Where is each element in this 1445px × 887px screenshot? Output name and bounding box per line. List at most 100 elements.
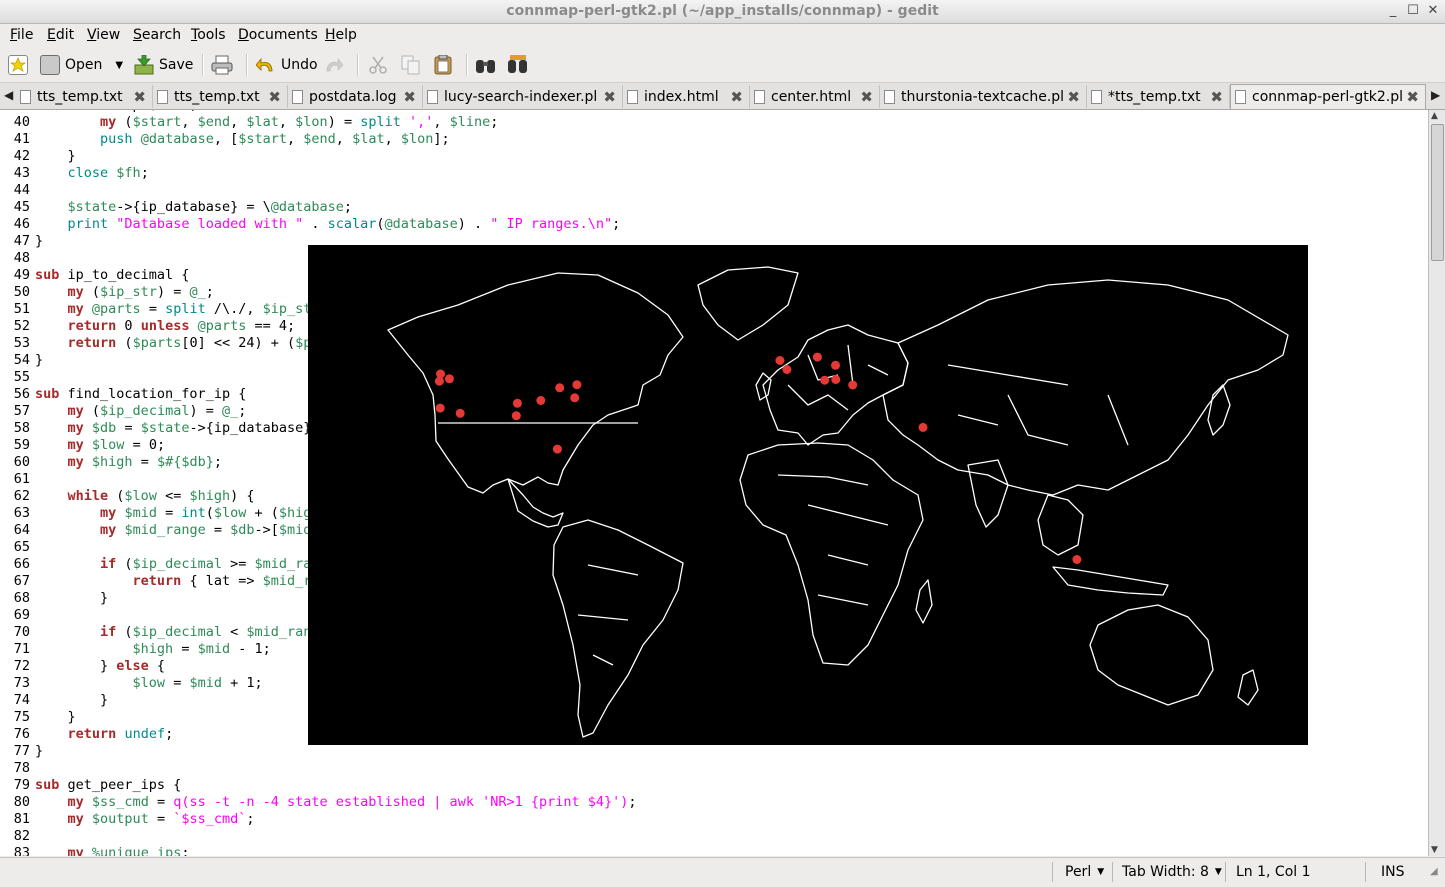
close-tab-icon[interactable]: ✖ [730, 88, 743, 106]
scrollbar-thumb[interactable] [1431, 124, 1444, 261]
tab-label: connmap-perl-gtk2.pl [1252, 89, 1403, 105]
vertical-scrollbar[interactable]: ▲ ▼ [1428, 110, 1445, 856]
chevron-down-icon[interactable]: ▼ [115, 60, 123, 71]
connection-point [444, 374, 454, 384]
file-icon [292, 89, 303, 104]
connection-point [552, 444, 562, 454]
menu-tools[interactable]: Tools [191, 27, 226, 43]
tab-index-html[interactable]: index.html ✖ [623, 85, 750, 108]
line-text: $state->{ip_database} = \@database; [67, 199, 353, 215]
redo-button[interactable] [323, 52, 344, 78]
menu-documents[interactable]: Documents [238, 27, 318, 43]
undo-icon [255, 55, 276, 75]
tab-label: center.html [771, 88, 852, 105]
line-number: 77 [13, 743, 30, 759]
menu-search[interactable]: Search [133, 27, 181, 43]
open-label: Open [65, 57, 103, 73]
close-tab-icon[interactable]: ✖ [133, 88, 146, 106]
menu-view[interactable]: View [87, 27, 120, 43]
line-text: } else { [35, 658, 166, 674]
copy-button[interactable] [401, 52, 421, 78]
language-selector[interactable]: Perl ▼ [1065, 861, 1104, 883]
close-tab-icon[interactable]: ✖ [403, 88, 416, 106]
status-separator [1225, 862, 1226, 882]
tab-scroll-right-icon[interactable]: ▶ [1431, 88, 1440, 102]
tab-tts-temp-modified[interactable]: *tts_temp.txt ✖ [1087, 85, 1230, 108]
line-number: 69 [13, 607, 30, 623]
tab-center-html[interactable]: center.html ✖ [750, 85, 880, 108]
africa-borders [777, 474, 889, 606]
save-button[interactable]: Save [134, 52, 193, 78]
line-number: 71 [13, 641, 30, 657]
europe-outline [762, 324, 909, 446]
tab-width-selector[interactable]: Tab Width: 8 ▼ [1122, 861, 1222, 883]
line-number: 50 [13, 284, 30, 300]
close-tab-icon[interactable]: ✖ [268, 88, 281, 106]
resize-grip-icon[interactable]: ◢ [1430, 866, 1438, 877]
tab-thurstonia-textcache[interactable]: thurstonia-textcache.pl ✖ [880, 85, 1087, 108]
undo-button[interactable]: Undo [255, 52, 318, 78]
tab-tts-temp-2[interactable]: tts_temp.txt ✖ [153, 85, 288, 108]
line-text: my $db = $state->{ip_database}; [67, 420, 320, 436]
toolbar-separator [246, 54, 248, 76]
connection-point [536, 396, 546, 405]
file-icon [157, 89, 168, 104]
menu-help[interactable]: Help [325, 27, 357, 43]
south-america-borders [577, 564, 639, 666]
close-tab-icon[interactable]: ✖ [1210, 88, 1223, 106]
replace-button[interactable] [507, 52, 527, 78]
tab-connmap-perl-gtk2[interactable]: connmap-perl-gtk2.pl ✖ [1230, 84, 1426, 109]
close-tab-icon[interactable]: ✖ [603, 88, 616, 106]
line-number: 60 [13, 454, 30, 470]
window-title: connmap-perl-gtk2.pl (~/app_installs/con… [506, 3, 939, 19]
status-separator [1365, 862, 1366, 882]
tab-scroll-left-icon[interactable]: ◀ [4, 88, 13, 102]
menu-edit[interactable]: Edit [47, 27, 74, 43]
line-number: 70 [13, 624, 30, 640]
menu-file[interactable]: File [10, 27, 33, 43]
tab-width-label: Tab Width: 8 [1122, 864, 1209, 880]
new-document-button[interactable] [8, 52, 28, 78]
new-zealand-outline [1237, 669, 1259, 706]
open-button[interactable]: Open ▼ [40, 52, 123, 78]
scroll-up-icon[interactable]: ▲ [1431, 111, 1438, 121]
tab-postdata-log[interactable]: postdata.log ✖ [288, 85, 423, 108]
line-number: 49 [13, 267, 30, 283]
line-number: 66 [13, 556, 30, 572]
line-number: 68 [13, 590, 30, 606]
world-map [387, 266, 1289, 738]
connection-point [775, 356, 785, 365]
scroll-down-icon[interactable]: ▼ [1431, 845, 1438, 855]
line-number: 76 [13, 726, 30, 742]
save-icon [134, 54, 154, 75]
connection-point [831, 360, 840, 370]
file-icon [1091, 89, 1102, 104]
tab-lucy-search-indexer[interactable]: lucy-search-indexer.pl ✖ [423, 85, 623, 108]
tab-label: *tts_temp.txt [1108, 88, 1201, 105]
close-tab-icon[interactable]: ✖ [1067, 88, 1080, 106]
line-number: 42 [13, 148, 30, 164]
line-text: push @database, [$start, $end, $lat, $lo… [100, 131, 450, 147]
line-text: } [35, 692, 109, 708]
connection-point [511, 411, 521, 421]
print-button[interactable] [211, 52, 233, 78]
toolbar: Open ▼ Save Undo [0, 48, 1445, 83]
africa-outline [739, 442, 924, 666]
line-number: 67 [13, 573, 30, 589]
maximize-button[interactable]: ☐ [1406, 4, 1420, 18]
close-tab-icon[interactable]: ✖ [1406, 88, 1419, 106]
toolbar-separator [466, 54, 468, 76]
tab-label: lucy-search-indexer.pl [444, 88, 598, 105]
close-tab-icon[interactable]: ✖ [860, 88, 873, 106]
central-america-outline [507, 478, 564, 528]
cut-button[interactable] [368, 52, 388, 78]
tab-tts-temp-1[interactable]: tts_temp.txt ✖ [16, 85, 153, 108]
find-button[interactable] [475, 52, 495, 78]
close-window-button[interactable]: ✕ [1426, 4, 1440, 18]
paste-button[interactable] [433, 52, 453, 78]
minimize-button[interactable]: _ [1386, 4, 1400, 18]
line-number: 61 [13, 471, 30, 487]
connection-map-window [308, 245, 1308, 745]
line-text: $high = $mid - 1; [132, 641, 271, 657]
line-number: 46 [13, 216, 30, 232]
